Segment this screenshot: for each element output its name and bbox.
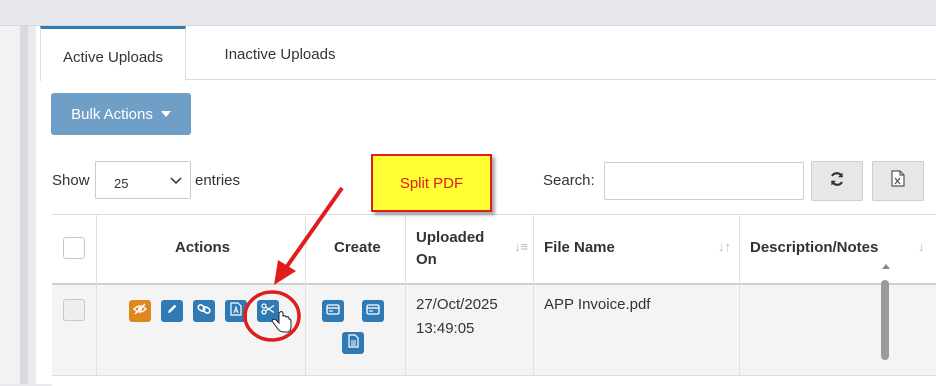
header-file-name-label: File Name: [544, 239, 615, 256]
chevron-down-icon: [170, 174, 182, 188]
left-gutter: [0, 26, 28, 384]
excel-file-icon: [891, 170, 905, 192]
scissors-icon: [261, 302, 275, 320]
pencil-icon: [166, 302, 178, 320]
link-icon: [197, 302, 211, 320]
sort-icon: ↓: [918, 239, 925, 254]
uploads-panel: Active Uploads Inactive Uploads Bulk Act…: [36, 26, 936, 386]
create-card-button[interactable]: [322, 300, 344, 322]
tab-active-uploads[interactable]: Active Uploads: [40, 26, 186, 81]
document-icon: [347, 333, 359, 353]
pdf-file-icon: [230, 301, 242, 321]
row-checkbox[interactable]: [63, 299, 85, 321]
hide-button[interactable]: [129, 300, 151, 322]
top-bar: [0, 0, 936, 26]
sort-icon: ↓↑: [718, 239, 731, 254]
uploaded-date: 27/Oct/2025: [416, 296, 498, 313]
table-row: [52, 376, 936, 386]
row-actions-cell: [97, 285, 306, 376]
file-name-cell: APP Invoice.pdf: [534, 285, 740, 376]
eye-slash-icon: [133, 302, 147, 320]
scrollbar-thumb[interactable]: [881, 280, 889, 360]
uploads-table: Actions Create Uploaded On ↓≡ File Name …: [52, 214, 936, 386]
row-select-cell: [52, 285, 97, 376]
refresh-icon: [829, 171, 845, 192]
header-uploaded-on[interactable]: Uploaded On ↓≡: [406, 215, 534, 285]
file-name[interactable]: APP Invoice.pdf: [544, 296, 650, 313]
edit-button[interactable]: [161, 300, 183, 322]
caret-down-icon: [160, 111, 171, 117]
search-input[interactable]: [604, 162, 804, 200]
header-uploaded-on-line1: Uploaded: [416, 229, 485, 246]
search-label: Search:: [543, 172, 595, 189]
create-card-button[interactable]: [362, 300, 384, 322]
entries-selected-value: 25: [114, 176, 129, 191]
header-description-label: Description/Notes: [750, 239, 879, 256]
entries-label: entries: [195, 172, 241, 189]
create-document-button[interactable]: [342, 332, 364, 354]
card-icon: [366, 302, 380, 320]
tab-inactive-uploads[interactable]: Inactive Uploads: [200, 26, 360, 80]
sort-desc-icon: ↓≡: [514, 239, 529, 254]
card-icon: [326, 302, 340, 320]
split-pdf-callout: Split PDF: [371, 154, 492, 212]
show-label: Show: [52, 172, 90, 189]
header-file-name[interactable]: File Name ↓↑: [534, 215, 740, 285]
header-select-cell: [52, 215, 97, 285]
scroll-up-icon: [882, 264, 890, 269]
uploaded-on-cell: 27/Oct/2025 13:49:05: [406, 285, 534, 376]
link-button[interactable]: [193, 300, 215, 322]
row-create-cell: [306, 285, 406, 376]
header-actions[interactable]: Actions: [97, 215, 306, 285]
header-actions-label: Actions: [175, 239, 231, 256]
pdf-button[interactable]: [225, 300, 247, 322]
uploaded-time: 13:49:05: [416, 320, 475, 337]
bulk-actions-label: Bulk Actions: [71, 105, 153, 123]
split-pdf-button[interactable]: [257, 300, 279, 322]
tab-bar: Active Uploads Inactive Uploads: [40, 26, 936, 81]
vertical-scrollbar[interactable]: [880, 258, 892, 360]
description-cell: [740, 285, 936, 376]
table-row: 27/Oct/2025 13:49:05 APP Invoice.pdf: [52, 285, 936, 376]
header-uploaded-on-line2: On: [416, 251, 437, 268]
header-create-label: Create: [334, 239, 381, 256]
bulk-actions-button[interactable]: Bulk Actions: [51, 93, 191, 135]
export-excel-button[interactable]: [872, 161, 924, 201]
select-all-checkbox[interactable]: [63, 237, 85, 259]
entries-per-page-select[interactable]: 25: [95, 161, 191, 199]
table-header-row: Actions Create Uploaded On ↓≡ File Name …: [52, 215, 936, 285]
header-description[interactable]: Description/Notes ↓: [740, 215, 936, 285]
header-create[interactable]: Create: [306, 215, 406, 285]
refresh-button[interactable]: [811, 161, 863, 201]
